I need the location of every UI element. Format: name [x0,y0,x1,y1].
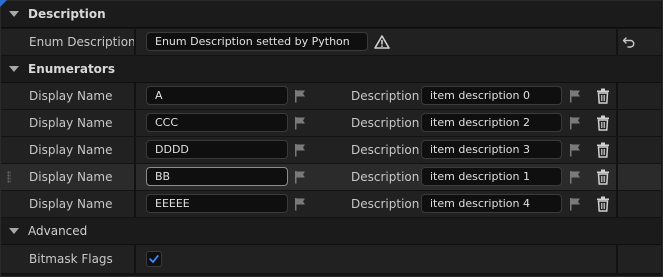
display-name-label: Display Name [29,143,113,157]
enum-description-label: Enum Description [29,35,136,49]
trash-icon[interactable] [596,115,610,131]
display-name-input[interactable]: A [146,86,288,105]
flag-icon[interactable] [293,116,309,130]
enum-description-row: Enum Description Enum Description setted… [1,29,661,56]
column-divider[interactable] [134,29,136,55]
enumerator-row: Display Name CCC Description item descri… [1,110,661,137]
trash-icon[interactable] [596,169,610,185]
section-enumerators-header[interactable]: Enumerators [1,56,661,83]
description-label: Description [351,143,420,157]
display-name-label: Display Name [29,116,113,130]
section-advanced-header[interactable]: Advanced [1,218,661,245]
description-label: Description [351,89,420,103]
display-name-label: Display Name [29,170,113,184]
checkmark-icon [149,255,159,263]
column-divider [616,137,618,163]
flag-icon[interactable] [568,143,584,157]
flag-icon[interactable] [293,170,309,184]
column-divider[interactable] [134,164,136,190]
bitmask-flags-row: Bitmask Flags [1,245,661,274]
description-input[interactable]: item description 2 [421,113,562,132]
column-divider[interactable] [134,191,136,217]
triangle-down-icon[interactable] [9,228,19,234]
display-name-input[interactable]: EEEEE [146,194,288,213]
flag-icon[interactable] [293,197,309,211]
column-divider[interactable] [134,245,136,273]
column-divider [616,245,618,273]
section-description-header[interactable]: Description [1,1,661,28]
trash-icon[interactable] [596,196,610,212]
triangle-down-icon[interactable] [9,11,19,17]
bitmask-flags-checkbox[interactable] [146,251,162,267]
display-name-label: Display Name [29,89,113,103]
flag-icon[interactable] [568,89,584,103]
display-name-input[interactable]: BB [146,167,288,186]
description-label: Description [351,116,420,130]
column-divider[interactable] [134,83,136,109]
drag-grip-icon[interactable] [7,171,11,183]
enumerator-row: Display Name DDDD Description item descr… [1,137,661,164]
column-divider[interactable] [134,137,136,163]
section-title: Enumerators [28,62,115,76]
column-divider [616,83,618,109]
flag-icon[interactable] [568,116,584,130]
display-name-input[interactable]: CCC [146,113,288,132]
warning-icon [374,35,390,49]
enumerator-row: Display Name A Description item descript… [1,83,661,110]
description-input[interactable]: item description 1 [421,167,562,186]
column-divider[interactable] [134,110,136,136]
section-title: Description [28,7,106,21]
flag-icon[interactable] [293,89,309,103]
description-label: Description [351,170,420,184]
column-divider [616,29,618,55]
column-divider [616,110,618,136]
enumerator-row: Display Name EEEEE Description item desc… [1,191,661,218]
reset-arrow-icon[interactable] [622,35,636,49]
column-divider [616,191,618,217]
description-input[interactable]: item description 4 [421,194,562,213]
description-input[interactable]: item description 0 [421,86,562,105]
description-input[interactable]: item description 3 [421,140,562,159]
triangle-down-icon[interactable] [9,66,19,72]
bitmask-flags-label: Bitmask Flags [29,252,113,266]
description-label: Description [351,197,420,211]
flag-icon[interactable] [568,197,584,211]
enumerator-row: Display Name BB Description item descrip… [1,164,661,191]
section-title: Advanced [28,224,88,238]
panel-corner-marker [0,0,7,7]
flag-icon[interactable] [293,143,309,157]
enum-description-input[interactable]: Enum Description setted by Python [146,32,368,51]
display-name-input[interactable]: DDDD [146,140,288,159]
flag-icon[interactable] [568,170,584,184]
trash-icon[interactable] [596,142,610,158]
column-divider [616,164,618,190]
trash-icon[interactable] [596,88,610,104]
display-name-label: Display Name [29,197,113,211]
